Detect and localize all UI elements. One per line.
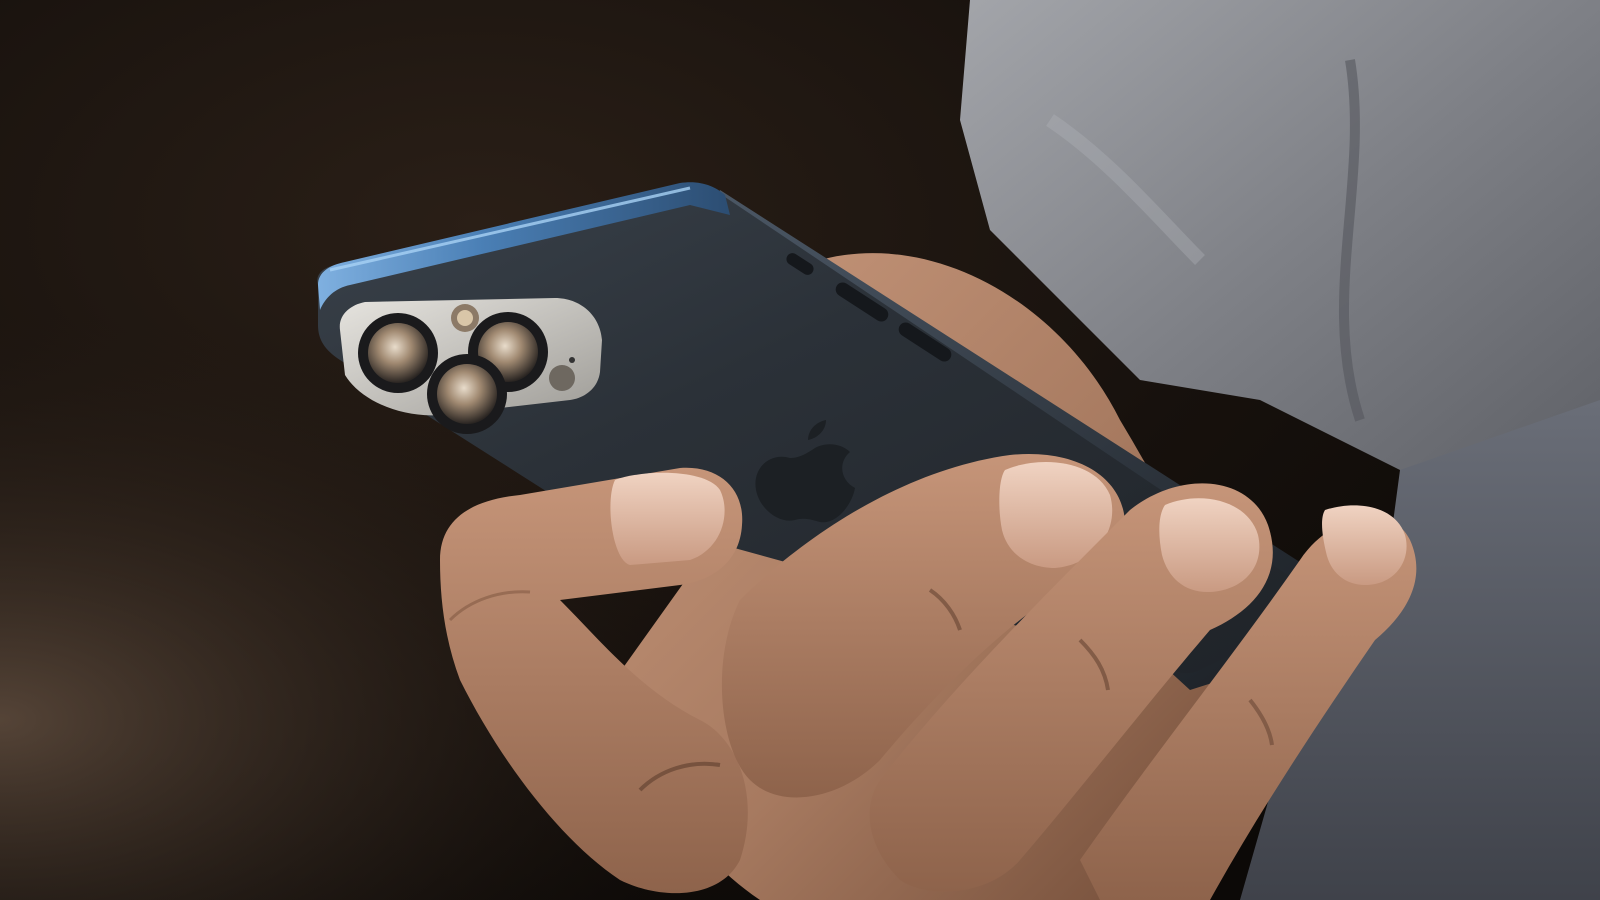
hand-holding-phone-photo [0,0,1600,900]
photo-scene [0,0,1600,900]
lidar-icon [549,365,575,391]
